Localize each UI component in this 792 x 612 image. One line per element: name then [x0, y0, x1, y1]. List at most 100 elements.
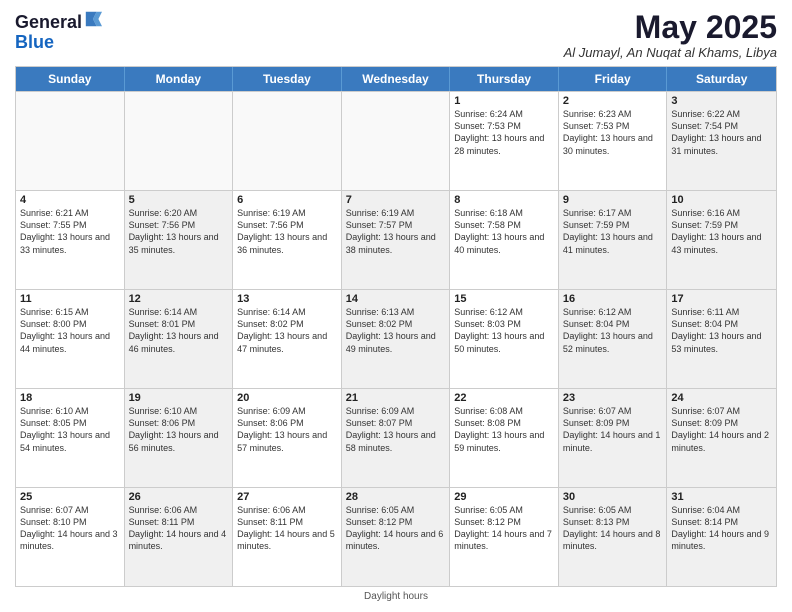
- cell-info: Sunrise: 6:21 AM Sunset: 7:55 PM Dayligh…: [20, 207, 120, 256]
- week-row-4: 18Sunrise: 6:10 AM Sunset: 8:05 PM Dayli…: [16, 388, 776, 487]
- header-day-friday: Friday: [559, 67, 668, 91]
- cal-cell: 27Sunrise: 6:06 AM Sunset: 8:11 PM Dayli…: [233, 488, 342, 586]
- cal-cell: 30Sunrise: 6:05 AM Sunset: 8:13 PM Dayli…: [559, 488, 668, 586]
- cell-info: Sunrise: 6:08 AM Sunset: 8:08 PM Dayligh…: [454, 405, 554, 454]
- cal-cell: 5Sunrise: 6:20 AM Sunset: 7:56 PM Daylig…: [125, 191, 234, 289]
- day-number: 30: [563, 491, 663, 503]
- day-number: 20: [237, 392, 337, 404]
- cal-cell: 23Sunrise: 6:07 AM Sunset: 8:09 PM Dayli…: [559, 389, 668, 487]
- cell-info: Sunrise: 6:16 AM Sunset: 7:59 PM Dayligh…: [671, 207, 772, 256]
- day-number: 4: [20, 194, 120, 206]
- cell-info: Sunrise: 6:15 AM Sunset: 8:00 PM Dayligh…: [20, 306, 120, 355]
- cal-cell: 10Sunrise: 6:16 AM Sunset: 7:59 PM Dayli…: [667, 191, 776, 289]
- logo-flag-icon: [84, 10, 102, 28]
- cal-cell: 11Sunrise: 6:15 AM Sunset: 8:00 PM Dayli…: [16, 290, 125, 388]
- cal-cell: 3Sunrise: 6:22 AM Sunset: 7:54 PM Daylig…: [667, 92, 776, 190]
- cell-info: Sunrise: 6:09 AM Sunset: 8:07 PM Dayligh…: [346, 405, 446, 454]
- day-number: 23: [563, 392, 663, 404]
- cell-info: Sunrise: 6:10 AM Sunset: 8:05 PM Dayligh…: [20, 405, 120, 454]
- calendar: SundayMondayTuesdayWednesdayThursdayFrid…: [15, 66, 777, 587]
- location: Al Jumayl, An Nuqat al Khams, Libya: [564, 45, 777, 60]
- page: General Blue May 2025 Al Jumayl, An Nuqa…: [0, 0, 792, 612]
- day-number: 24: [671, 392, 772, 404]
- logo: General Blue: [15, 10, 102, 53]
- cell-info: Sunrise: 6:05 AM Sunset: 8:12 PM Dayligh…: [454, 504, 554, 553]
- cell-info: Sunrise: 6:10 AM Sunset: 8:06 PM Dayligh…: [129, 405, 229, 454]
- cal-cell: [16, 92, 125, 190]
- cell-info: Sunrise: 6:19 AM Sunset: 7:57 PM Dayligh…: [346, 207, 446, 256]
- cell-info: Sunrise: 6:17 AM Sunset: 7:59 PM Dayligh…: [563, 207, 663, 256]
- day-number: 16: [563, 293, 663, 305]
- week-row-1: 1Sunrise: 6:24 AM Sunset: 7:53 PM Daylig…: [16, 91, 776, 190]
- day-number: 14: [346, 293, 446, 305]
- day-number: 26: [129, 491, 229, 503]
- cal-cell: 16Sunrise: 6:12 AM Sunset: 8:04 PM Dayli…: [559, 290, 668, 388]
- day-number: 29: [454, 491, 554, 503]
- day-number: 2: [563, 95, 663, 107]
- cell-info: Sunrise: 6:12 AM Sunset: 8:03 PM Dayligh…: [454, 306, 554, 355]
- cal-cell: [342, 92, 451, 190]
- header-day-tuesday: Tuesday: [233, 67, 342, 91]
- cell-info: Sunrise: 6:12 AM Sunset: 8:04 PM Dayligh…: [563, 306, 663, 355]
- logo-text: General: [15, 10, 102, 33]
- cal-cell: 15Sunrise: 6:12 AM Sunset: 8:03 PM Dayli…: [450, 290, 559, 388]
- cell-info: Sunrise: 6:14 AM Sunset: 8:02 PM Dayligh…: [237, 306, 337, 355]
- title-block: May 2025 Al Jumayl, An Nuqat al Khams, L…: [564, 10, 777, 60]
- day-number: 1: [454, 95, 554, 107]
- cal-cell: 18Sunrise: 6:10 AM Sunset: 8:05 PM Dayli…: [16, 389, 125, 487]
- cell-info: Sunrise: 6:11 AM Sunset: 8:04 PM Dayligh…: [671, 306, 772, 355]
- cal-cell: 7Sunrise: 6:19 AM Sunset: 7:57 PM Daylig…: [342, 191, 451, 289]
- cell-info: Sunrise: 6:09 AM Sunset: 8:06 PM Dayligh…: [237, 405, 337, 454]
- day-number: 3: [671, 95, 772, 107]
- cal-cell: 31Sunrise: 6:04 AM Sunset: 8:14 PM Dayli…: [667, 488, 776, 586]
- cell-info: Sunrise: 6:05 AM Sunset: 8:12 PM Dayligh…: [346, 504, 446, 553]
- week-row-5: 25Sunrise: 6:07 AM Sunset: 8:10 PM Dayli…: [16, 487, 776, 586]
- calendar-header: SundayMondayTuesdayWednesdayThursdayFrid…: [16, 67, 776, 91]
- cal-cell: 6Sunrise: 6:19 AM Sunset: 7:56 PM Daylig…: [233, 191, 342, 289]
- cell-info: Sunrise: 6:23 AM Sunset: 7:53 PM Dayligh…: [563, 108, 663, 157]
- cal-cell: 24Sunrise: 6:07 AM Sunset: 8:09 PM Dayli…: [667, 389, 776, 487]
- day-number: 9: [563, 194, 663, 206]
- cell-info: Sunrise: 6:18 AM Sunset: 7:58 PM Dayligh…: [454, 207, 554, 256]
- header-day-monday: Monday: [125, 67, 234, 91]
- cell-info: Sunrise: 6:07 AM Sunset: 8:09 PM Dayligh…: [563, 405, 663, 454]
- cal-cell: 25Sunrise: 6:07 AM Sunset: 8:10 PM Dayli…: [16, 488, 125, 586]
- day-number: 11: [20, 293, 120, 305]
- cal-cell: 4Sunrise: 6:21 AM Sunset: 7:55 PM Daylig…: [16, 191, 125, 289]
- day-number: 21: [346, 392, 446, 404]
- day-number: 22: [454, 392, 554, 404]
- cell-info: Sunrise: 6:07 AM Sunset: 8:10 PM Dayligh…: [20, 504, 120, 553]
- cal-cell: 26Sunrise: 6:06 AM Sunset: 8:11 PM Dayli…: [125, 488, 234, 586]
- cal-cell: 28Sunrise: 6:05 AM Sunset: 8:12 PM Dayli…: [342, 488, 451, 586]
- month-title: May 2025: [564, 10, 777, 45]
- cal-cell: 8Sunrise: 6:18 AM Sunset: 7:58 PM Daylig…: [450, 191, 559, 289]
- day-number: 19: [129, 392, 229, 404]
- cell-info: Sunrise: 6:24 AM Sunset: 7:53 PM Dayligh…: [454, 108, 554, 157]
- cell-info: Sunrise: 6:04 AM Sunset: 8:14 PM Dayligh…: [671, 504, 772, 553]
- cell-info: Sunrise: 6:14 AM Sunset: 8:01 PM Dayligh…: [129, 306, 229, 355]
- cal-cell: 13Sunrise: 6:14 AM Sunset: 8:02 PM Dayli…: [233, 290, 342, 388]
- cell-info: Sunrise: 6:22 AM Sunset: 7:54 PM Dayligh…: [671, 108, 772, 157]
- cell-info: Sunrise: 6:07 AM Sunset: 8:09 PM Dayligh…: [671, 405, 772, 454]
- cell-info: Sunrise: 6:19 AM Sunset: 7:56 PM Dayligh…: [237, 207, 337, 256]
- cell-info: Sunrise: 6:20 AM Sunset: 7:56 PM Dayligh…: [129, 207, 229, 256]
- day-number: 5: [129, 194, 229, 206]
- footer-note: Daylight hours: [15, 591, 777, 602]
- cell-info: Sunrise: 6:05 AM Sunset: 8:13 PM Dayligh…: [563, 504, 663, 553]
- calendar-body: 1Sunrise: 6:24 AM Sunset: 7:53 PM Daylig…: [16, 91, 776, 586]
- cal-cell: 22Sunrise: 6:08 AM Sunset: 8:08 PM Dayli…: [450, 389, 559, 487]
- day-number: 18: [20, 392, 120, 404]
- cal-cell: 21Sunrise: 6:09 AM Sunset: 8:07 PM Dayli…: [342, 389, 451, 487]
- header-day-sunday: Sunday: [16, 67, 125, 91]
- cal-cell: 19Sunrise: 6:10 AM Sunset: 8:06 PM Dayli…: [125, 389, 234, 487]
- day-number: 7: [346, 194, 446, 206]
- header-day-wednesday: Wednesday: [342, 67, 451, 91]
- day-number: 10: [671, 194, 772, 206]
- day-number: 17: [671, 293, 772, 305]
- day-number: 6: [237, 194, 337, 206]
- cal-cell: [125, 92, 234, 190]
- cal-cell: 12Sunrise: 6:14 AM Sunset: 8:01 PM Dayli…: [125, 290, 234, 388]
- cal-cell: 1Sunrise: 6:24 AM Sunset: 7:53 PM Daylig…: [450, 92, 559, 190]
- cal-cell: 29Sunrise: 6:05 AM Sunset: 8:12 PM Dayli…: [450, 488, 559, 586]
- cal-cell: 9Sunrise: 6:17 AM Sunset: 7:59 PM Daylig…: [559, 191, 668, 289]
